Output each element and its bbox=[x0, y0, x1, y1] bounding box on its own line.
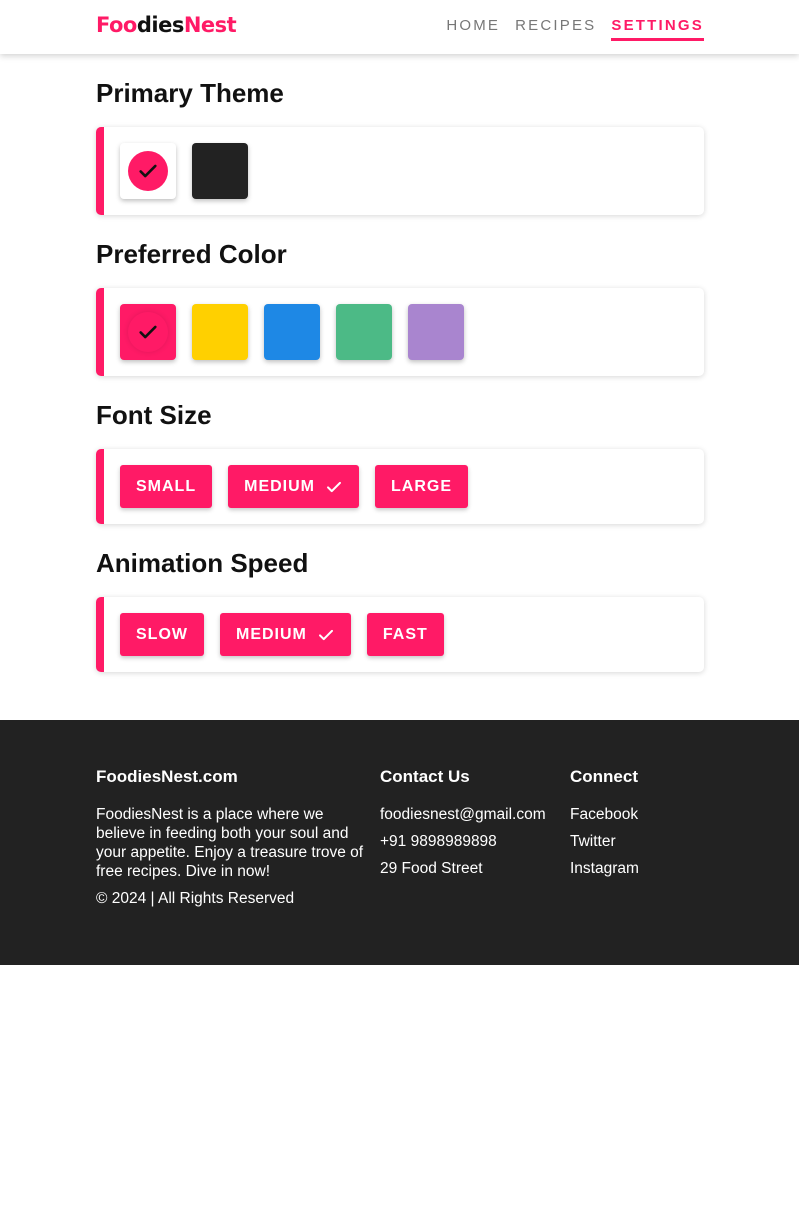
nav-home-link[interactable]: HOME bbox=[446, 17, 500, 41]
footer-address: 29 Food Street bbox=[380, 860, 483, 877]
check-icon bbox=[318, 629, 333, 640]
footer-connect-column: Connect Facebook Twitter Instagram bbox=[570, 767, 710, 882]
primary-theme-card bbox=[96, 127, 704, 215]
button-label: MEDIUM bbox=[244, 477, 315, 495]
site-footer: FoodiesNest.com FoodiesNest is a place w… bbox=[0, 720, 799, 965]
footer-contact-column: Contact Us foodiesnest@gmail.com +91 989… bbox=[380, 767, 560, 882]
footer-about-text: FoodiesNest is a place where we believe … bbox=[96, 806, 364, 880]
animation-speed-card: SLOW MEDIUM FAST bbox=[96, 597, 704, 672]
font-size-large-button[interactable]: LARGE bbox=[375, 465, 468, 508]
footer-copyright: © 2024 | All Rights Reserved bbox=[96, 890, 295, 907]
speed-slow-button[interactable]: SLOW bbox=[120, 613, 204, 656]
footer-email-link[interactable]: foodiesnest@gmail.com bbox=[380, 801, 560, 828]
footer-instagram-link[interactable]: Instagram bbox=[570, 855, 710, 882]
speed-fast-button[interactable]: FAST bbox=[366, 613, 444, 656]
button-label: SLOW bbox=[136, 625, 188, 643]
nav-settings-link[interactable]: SETTINGS bbox=[611, 17, 704, 41]
check-icon bbox=[139, 325, 157, 339]
color-pink-swatch[interactable] bbox=[120, 304, 176, 360]
color-green-swatch[interactable] bbox=[336, 304, 392, 360]
main-nav: HOME RECIPES SETTINGS bbox=[446, 17, 704, 41]
preferred-color-title: Preferred Color bbox=[96, 239, 287, 269]
site-logo[interactable]: FoodiesNest bbox=[96, 13, 237, 37]
footer-about-column: FoodiesNest.com FoodiesNest is a place w… bbox=[96, 767, 366, 908]
check-icon bbox=[139, 164, 157, 178]
font-size-card: SMALL MEDIUM LARGE bbox=[96, 449, 704, 524]
selected-check-badge bbox=[128, 151, 168, 191]
footer-about-title: FoodiesNest.com bbox=[96, 767, 238, 786]
animation-speed-title: Animation Speed bbox=[96, 548, 309, 578]
button-label: MEDIUM bbox=[236, 625, 307, 643]
theme-dark-swatch[interactable] bbox=[192, 143, 248, 199]
top-navbar: FoodiesNest HOME RECIPES SETTINGS bbox=[0, 0, 799, 54]
footer-twitter-link[interactable]: Twitter bbox=[570, 828, 710, 855]
color-blue-swatch[interactable] bbox=[264, 304, 320, 360]
footer-facebook-link[interactable]: Facebook bbox=[570, 801, 710, 828]
theme-light-swatch[interactable] bbox=[120, 143, 176, 199]
font-size-medium-button[interactable]: MEDIUM bbox=[228, 465, 359, 508]
selected-check-badge bbox=[128, 312, 168, 352]
footer-contact-title: Contact Us bbox=[380, 767, 470, 786]
button-label: FAST bbox=[382, 625, 428, 643]
footer-phone-link[interactable]: +91 9898989898 bbox=[380, 828, 560, 855]
color-yellow-swatch[interactable] bbox=[192, 304, 248, 360]
check-icon bbox=[327, 481, 341, 492]
color-purple-swatch[interactable] bbox=[408, 304, 464, 360]
logo-part-foo: Foo bbox=[96, 13, 137, 37]
preferred-color-card bbox=[96, 288, 704, 376]
logo-part-nest: Nest bbox=[183, 13, 237, 37]
font-size-small-button[interactable]: SMALL bbox=[120, 465, 213, 508]
button-label: LARGE bbox=[391, 477, 452, 495]
primary-theme-title: Primary Theme bbox=[96, 78, 284, 108]
speed-medium-button[interactable]: MEDIUM bbox=[220, 613, 351, 656]
button-label: SMALL bbox=[136, 477, 197, 495]
font-size-title: Font Size bbox=[96, 400, 212, 430]
nav-recipes-link[interactable]: RECIPES bbox=[515, 17, 596, 41]
logo-part-dies: dies bbox=[136, 13, 184, 37]
footer-connect-title: Connect bbox=[570, 767, 638, 786]
